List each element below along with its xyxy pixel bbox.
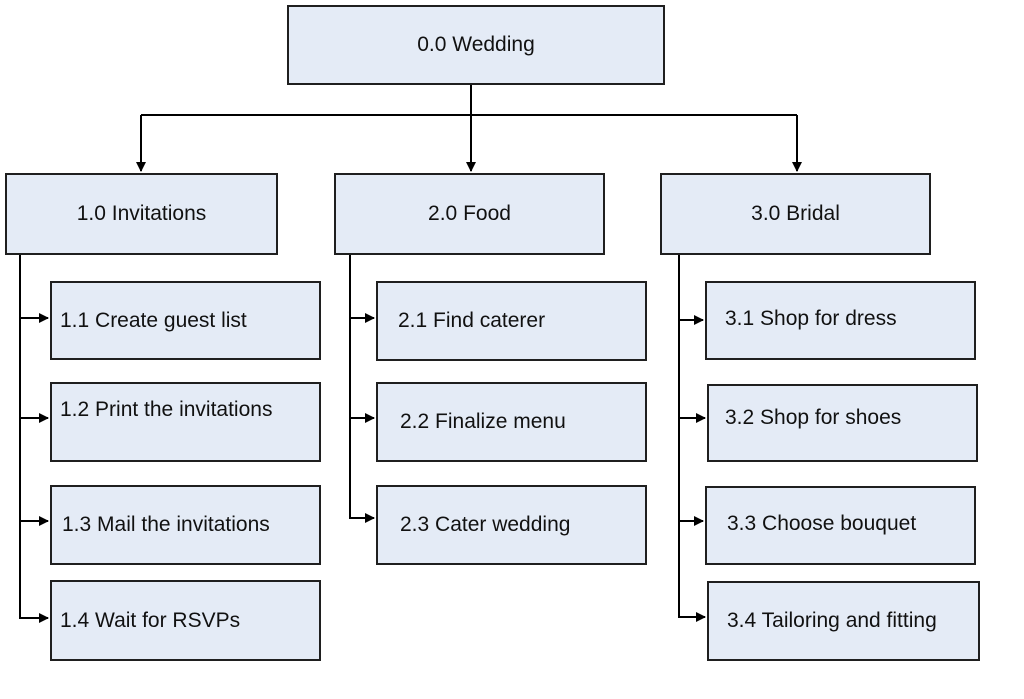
node-1-4: 1.4 Wait for RSVPs — [50, 580, 321, 661]
node-label: 2.1 Find caterer — [398, 309, 546, 333]
node-label: 3.4 Tailoring and fitting — [727, 609, 937, 632]
wbs-diagram: 0.0 Wedding 1.0 Invitations 2.0 Food 3.0… — [0, 0, 1024, 699]
node-3-2: 3.2 Shop for shoes — [707, 384, 978, 462]
node-label: 1.0 Invitations — [76, 202, 207, 226]
node-label: 1.4 Wait for RSVPs — [60, 608, 241, 632]
node-label: 1.3 Mail the invitations — [62, 513, 270, 537]
node-label: 1.2 Print the invitations — [60, 398, 273, 421]
node-label: 2.0 Food — [428, 202, 511, 226]
node-1-0-invitations: 1.0 Invitations — [5, 173, 278, 255]
node-3-0-bridal: 3.0 Bridal — [660, 173, 931, 255]
node-1-2: 1.2 Print the invitations — [50, 382, 321, 462]
node-label: 2.3 Cater wedding — [400, 513, 571, 537]
node-1-3: 1.3 Mail the invitations — [50, 485, 321, 565]
node-2-0-food: 2.0 Food — [334, 173, 605, 255]
node-label: 3.3 Choose bouquet — [727, 512, 917, 535]
node-label: 3.2 Shop for shoes — [725, 406, 902, 429]
node-label: 1.1 Create guest list — [60, 308, 247, 332]
node-label: 2.2 Finalize menu — [400, 410, 566, 434]
node-label: 3.0 Bridal — [751, 202, 840, 226]
node-3-1: 3.1 Shop for dress — [705, 281, 976, 360]
node-label: 3.1 Shop for dress — [725, 307, 897, 330]
node-2-1: 2.1 Find caterer — [376, 281, 647, 361]
node-1-1: 1.1 Create guest list — [50, 281, 321, 360]
node-3-4: 3.4 Tailoring and fitting — [707, 581, 980, 661]
node-2-3: 2.3 Cater wedding — [376, 485, 647, 565]
node-2-2: 2.2 Finalize menu — [376, 382, 647, 462]
node-root-wedding: 0.0 Wedding — [287, 5, 665, 85]
node-3-3: 3.3 Choose bouquet — [705, 486, 976, 565]
node-label: 0.0 Wedding — [417, 33, 535, 57]
